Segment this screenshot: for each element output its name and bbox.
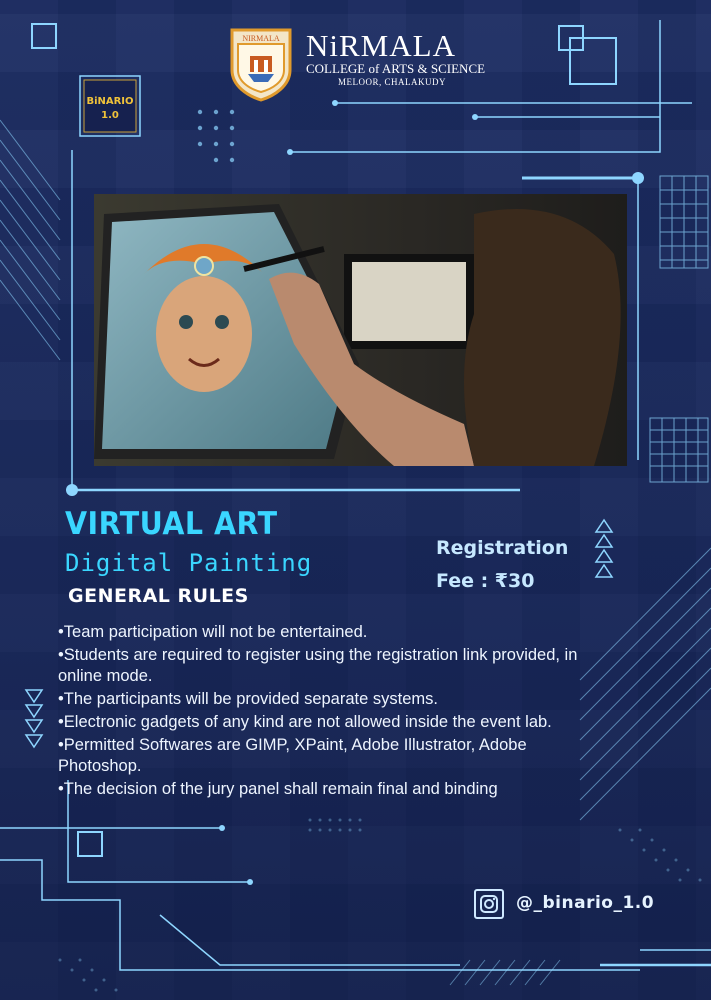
instagram-handle[interactable]: @_binario_1.0 bbox=[516, 893, 654, 913]
binario-logo: BiNARIO 1.0 bbox=[79, 75, 141, 137]
crest-text: NIRMALA bbox=[242, 34, 280, 43]
college-subtitle: COLLEGE of ARTS & SCIENCE bbox=[306, 61, 486, 76]
rule-item: •Permitted Softwares are GIMP, XPaint, A… bbox=[58, 736, 527, 775]
college-location: MELOOR, CHALAKUDY bbox=[338, 77, 446, 87]
college-crest-logo: NIRMALA bbox=[230, 28, 292, 102]
rule-item: •Team participation will not be entertai… bbox=[58, 623, 368, 641]
rules-heading: GENERAL RULES bbox=[68, 585, 249, 607]
binario-logo-text: BiNARIO bbox=[86, 96, 133, 107]
event-title: VIRTUAL ART bbox=[65, 506, 278, 542]
rules-list: •Team participation will not be entertai… bbox=[58, 622, 598, 802]
college-header: NiRMALA COLLEGE of ARTS & SCIENCE MELOOR… bbox=[306, 30, 506, 88]
rule-item: •Students are required to register using… bbox=[58, 646, 578, 685]
instagram-icon[interactable] bbox=[474, 889, 504, 919]
rule-item: •Electronic gadgets of any kind are not … bbox=[58, 713, 552, 731]
registration-fee: Registration Fee : ₹30 bbox=[436, 532, 568, 598]
binario-logo-version: 1.0 bbox=[101, 110, 119, 121]
registration-fee-amount: Fee : ₹30 bbox=[436, 570, 535, 592]
rule-item: •The decision of the jury panel shall re… bbox=[58, 780, 498, 798]
poster-background bbox=[0, 0, 711, 1000]
college-name: NiRMALA bbox=[306, 28, 456, 63]
rule-item: •The participants will be provided separ… bbox=[58, 690, 438, 708]
event-subtitle: Digital Painting bbox=[65, 549, 313, 577]
registration-label: Registration bbox=[436, 537, 569, 559]
digital-painting-photo bbox=[94, 194, 627, 466]
